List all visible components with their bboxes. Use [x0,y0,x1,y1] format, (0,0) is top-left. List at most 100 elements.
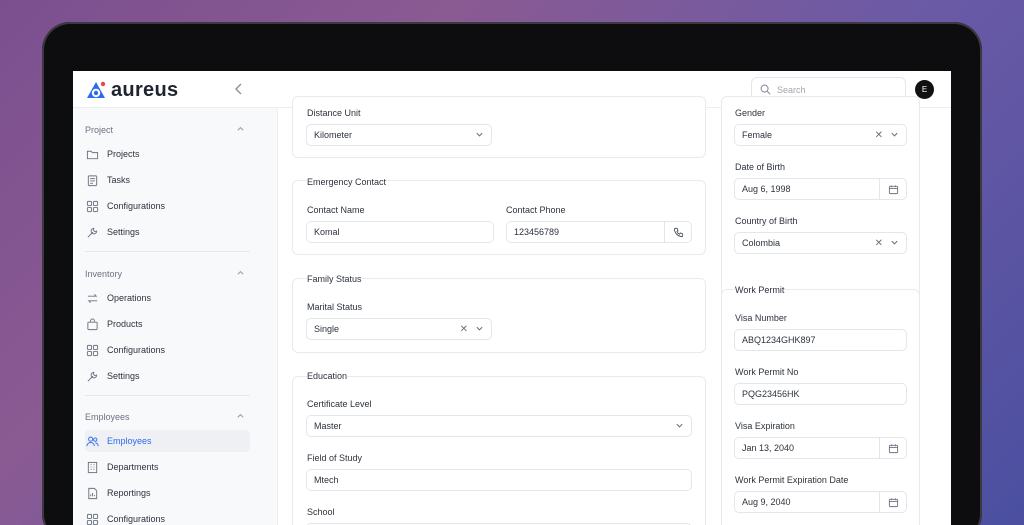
sidebar-item-label: Operations [107,293,152,303]
contact-name-value: Komal [314,227,340,237]
work-permit-expiration-field[interactable]: Aug 9, 2040 [734,491,907,513]
group-title: Project [85,124,114,135]
date-of-birth-value: Aug 6, 1998 [742,184,791,194]
wrench-icon [86,226,99,239]
sidebar-item-settings[interactable]: Settings [85,221,250,243]
sidebar-group-employees[interactable]: Employees [85,411,245,422]
group-title: Employees [85,411,130,422]
visa-number-value: ABQ1234GHK897 [742,335,816,345]
visa-number-label: Visa Number [735,313,787,323]
sidebar-item-label: Reportings [107,488,151,498]
contact-name-label: Contact Name [307,205,365,215]
marital-status-label: Marital Status [307,302,363,312]
chevron-down-icon [475,324,484,335]
sidebar-item-configurations[interactable]: Configurations [85,195,250,217]
gender-select[interactable]: Female ✕ [734,124,907,146]
work-permit-expiration-label: Work Permit Expiration Date [735,475,849,485]
contact-name-field[interactable]: Komal [306,221,494,243]
field-of-study-value: Mtech [314,475,339,485]
distance-unit-label: Distance Unit [307,108,361,118]
calendar-icon[interactable] [879,492,906,512]
education-title: Education [307,371,348,381]
brand-name: aureus [111,79,179,101]
distance-unit-select[interactable]: Kilometer [306,124,492,146]
sidebar: Project Projects Tasks Configurations Se… [73,108,278,525]
search-icon [760,84,771,95]
sidebar-item-departments[interactable]: Departments [85,456,250,478]
chevron-up-icon [236,411,245,422]
country-of-birth-select[interactable]: Colombia ✕ [734,232,907,254]
sidebar-item-label: Tasks [107,175,131,185]
folder-icon [86,148,99,161]
users-icon [86,435,99,448]
clear-icon[interactable]: ✕ [875,130,883,141]
certificate-level-select[interactable]: Master [306,415,692,437]
building-icon [86,461,99,474]
clear-icon[interactable]: ✕ [875,238,883,249]
field-of-study-field[interactable]: Mtech [306,469,692,491]
work-permit-no-value: PQG23456HK [742,389,800,399]
sidebar-item-projects[interactable]: Projects [85,143,250,165]
date-of-birth-label: Date of Birth [735,162,786,172]
sidebar-item-employees-configurations[interactable]: Configurations [85,508,250,525]
marital-status-select[interactable]: Single ✕ [306,318,492,340]
certificate-level-label: Certificate Level [307,399,372,409]
sidebar-item-label: Configurations [107,201,166,211]
sidebar-item-label: Employees [107,436,152,446]
sidebar-item-label: Configurations [107,345,166,355]
visa-expiration-label: Visa Expiration [735,421,795,431]
sidebar-item-label: Projects [107,149,140,159]
sidebar-item-reportings[interactable]: Reportings [85,482,250,504]
sidebar-item-label: Settings [107,371,140,381]
sidebar-item-inventory-settings[interactable]: Settings [85,365,250,387]
user-avatar[interactable]: E [915,80,934,99]
sidebar-item-operations[interactable]: Operations [85,287,250,309]
card-work-permit [721,289,920,525]
sidebar-item-label: Settings [107,227,140,237]
work-permit-no-field[interactable]: PQG23456HK [734,383,907,405]
work-permit-no-label: Work Permit No [735,367,799,377]
sidebar-item-label: Products [107,319,143,329]
calendar-icon[interactable] [879,438,906,458]
collapse-sidebar-button[interactable] [231,81,247,97]
bag-icon [86,317,99,331]
sidebar-item-inventory-configurations[interactable]: Configurations [85,339,250,361]
sidebar-item-employees[interactable]: Employees [85,430,250,452]
contact-phone-label: Contact Phone [506,205,566,215]
contact-phone-value: 123456789 [514,227,560,237]
card-family-status [292,278,706,353]
visa-expiration-value: Jan 13, 2040 [742,443,795,453]
visa-expiration-field[interactable]: Jan 13, 2040 [734,437,907,459]
field-of-study-label: Field of Study [307,453,363,463]
country-of-birth-value: Colombia [742,238,781,248]
chevron-down-icon [890,130,899,141]
calendar-icon[interactable] [879,179,906,199]
employee-form: Distance Unit Kilometer Emergency Contac… [278,96,951,525]
brand-logo[interactable]: aureus [85,79,178,102]
emergency-contact-title: Emergency Contact [307,177,387,187]
sidebar-divider [85,251,250,252]
chevron-down-icon [890,238,899,249]
work-permit-expiration-value: Aug 9, 2040 [742,497,791,507]
report-icon [86,487,99,500]
phone-icon[interactable] [664,222,691,242]
sidebar-group-project[interactable]: Project [85,124,245,135]
date-of-birth-field[interactable]: Aug 6, 1998 [734,178,907,200]
sidebar-item-products[interactable]: Products [85,313,250,335]
sidebar-item-tasks[interactable]: Tasks [85,169,250,191]
gender-value: Female [742,130,773,140]
clear-icon[interactable]: ✕ [460,324,468,335]
clipboard-icon [86,174,99,187]
sidebar-item-label: Departments [107,462,159,472]
sidebar-divider [85,395,250,396]
wrench-icon [86,370,99,383]
grid-icon [86,344,99,357]
contact-phone-field[interactable]: 123456789 [506,221,692,243]
search-input[interactable] [777,84,897,95]
gender-label: Gender [735,108,766,118]
sidebar-item-label: Configurations [107,514,166,524]
visa-number-field[interactable]: ABQ1234GHK897 [734,329,907,351]
app-window: aureus E Project Projects Tasks [73,71,951,525]
sidebar-group-inventory[interactable]: Inventory [85,268,245,279]
grid-icon [86,513,99,525]
